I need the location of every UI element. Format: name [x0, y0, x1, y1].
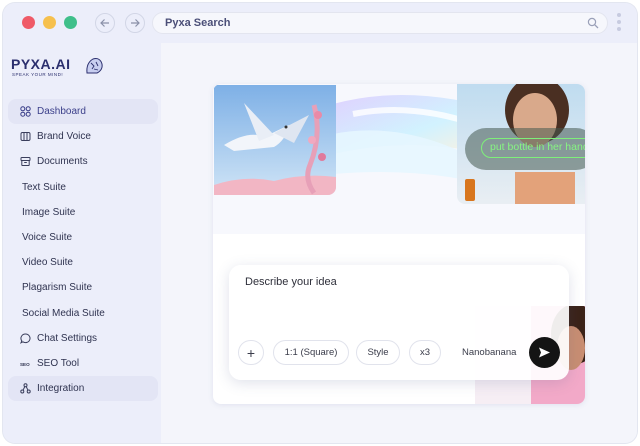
bird-photo — [214, 85, 336, 195]
seo-icon: SEO — [20, 358, 31, 369]
sidebar-item-label: Social Media Suite — [22, 307, 105, 319]
style-button[interactable]: Style — [356, 340, 400, 365]
sidebar-item-label: SEO Tool — [37, 357, 80, 369]
sidebar-item-dashboard[interactable]: Dashboard — [8, 99, 158, 125]
sidebar-nav: Dashboard Brand Voice Documents Text Sui… — [8, 99, 158, 402]
add-button[interactable]: + — [238, 340, 264, 365]
archive-icon — [20, 156, 31, 167]
brand-logo[interactable]: PYXA.AI SPEAK YOUR MIND! — [11, 56, 111, 82]
sidebar-item-text-suite[interactable]: Text Suite — [8, 175, 158, 200]
prompt-composer: Describe your idea + 1:1 (Square) Style … — [229, 265, 569, 380]
send-icon — [539, 347, 550, 358]
more-vertical-icon[interactable] — [616, 13, 622, 35]
aspect-ratio-select[interactable]: 1:1 (Square) — [273, 340, 349, 365]
search-icon[interactable] — [587, 17, 599, 29]
sidebar-item-label: Chat Settings — [37, 332, 98, 344]
sidebar: PYXA.AI SPEAK YOUR MIND! Dashboard Brand… — [3, 43, 161, 443]
sidebar-item-label: Documents — [37, 156, 88, 168]
forward-arrow-icon[interactable] — [125, 13, 145, 33]
send-button[interactable] — [529, 337, 560, 368]
sidebar-item-label: Image Suite — [22, 206, 76, 218]
sidebar-item-integration[interactable]: Integration — [8, 376, 158, 402]
edit-instruction-overlay: put bottle in her hand — [465, 128, 585, 170]
sidebar-item-label: Integration — [37, 383, 85, 395]
sidebar-item-brand-voice[interactable]: Brand Voice — [8, 124, 158, 149]
model-select[interactable]: Nanobanana — [462, 347, 516, 358]
sidebar-item-label: Voice Suite — [22, 232, 73, 244]
sidebar-item-video-suite[interactable]: Video Suite — [8, 250, 158, 275]
main-content: put bottle in her hand Describe your ide… — [161, 43, 637, 443]
integration-icon — [20, 383, 31, 394]
image-generator-card: put bottle in her hand Describe your ide… — [213, 84, 585, 404]
sidebar-item-label: Plagarism Suite — [22, 282, 93, 294]
sidebar-item-label: Brand Voice — [37, 131, 91, 143]
book-icon — [20, 131, 31, 142]
minimize-window-button[interactable] — [43, 16, 56, 29]
browser-window: Pyxa Search PYXA.AI SPEAK YOUR MIND! Das… — [3, 3, 637, 443]
address-text: Pyxa Search — [165, 17, 231, 29]
sidebar-item-chat-settings[interactable]: Chat Settings — [8, 326, 158, 351]
overlay-caption: put bottle in her hand — [481, 138, 585, 158]
address-bar[interactable]: Pyxa Search — [152, 12, 608, 34]
svg-text:SEO: SEO — [20, 362, 30, 367]
image-count-button[interactable]: x3 — [409, 340, 441, 365]
sidebar-item-plagarism-suite[interactable]: Plagarism Suite — [8, 275, 158, 300]
logo-text: PYXA.AI — [11, 56, 71, 72]
logo-tagline: SPEAK YOUR MIND! — [12, 72, 64, 77]
maximize-window-button[interactable] — [64, 16, 77, 29]
prompt-input[interactable]: Describe your idea — [245, 276, 337, 288]
sidebar-item-label: Video Suite — [22, 257, 73, 269]
close-window-button[interactable] — [22, 16, 35, 29]
sidebar-item-label: Text Suite — [22, 181, 66, 193]
sidebar-item-seo-tool[interactable]: SEO SEO Tool — [8, 351, 158, 376]
sidebar-item-social-media-suite[interactable]: Social Media Suite — [8, 301, 158, 326]
sidebar-item-voice-suite[interactable]: Voice Suite — [8, 225, 158, 250]
grid-icon — [20, 106, 31, 117]
browser-toolbar: Pyxa Search — [3, 3, 637, 43]
sidebar-item-documents[interactable]: Documents — [8, 149, 158, 174]
chat-bubble-icon — [20, 333, 31, 344]
back-arrow-icon[interactable] — [95, 13, 115, 33]
sidebar-item-image-suite[interactable]: Image Suite — [8, 200, 158, 225]
logo-mascot-icon — [86, 58, 103, 74]
sidebar-item-label: Dashboard — [37, 106, 86, 118]
